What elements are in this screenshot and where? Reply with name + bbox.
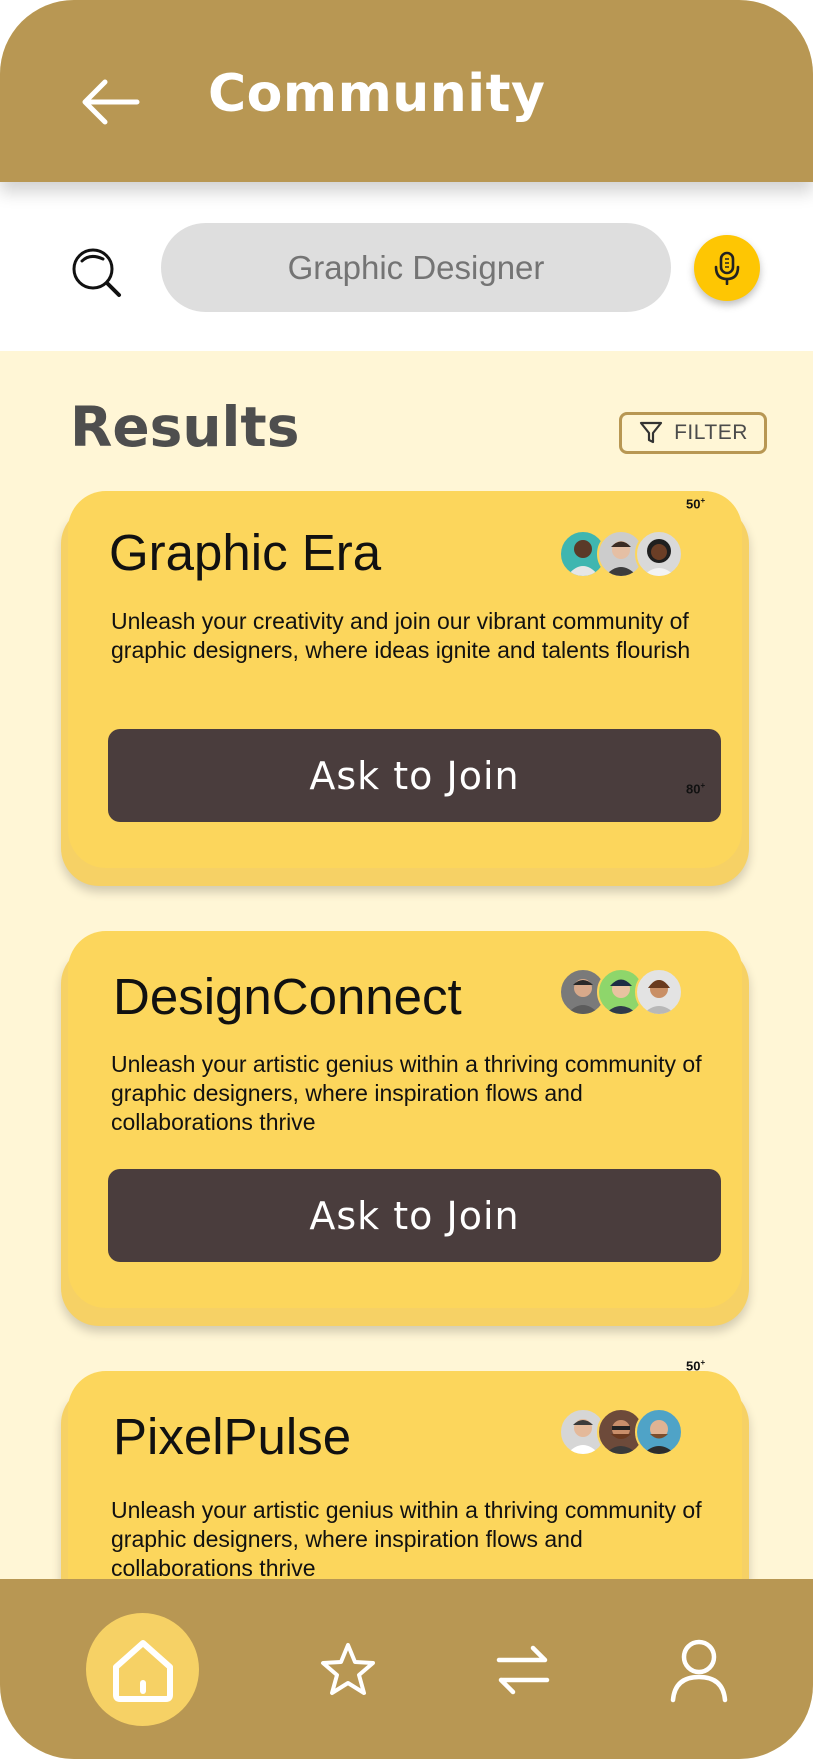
search-input[interactable]: [161, 223, 671, 312]
arrow-left-icon: [82, 79, 140, 125]
card-title: DesignConnect: [113, 968, 462, 1025]
swap-arrows-icon: [496, 1645, 550, 1695]
member-count-badge: 80+: [686, 781, 705, 796]
bottom-navigation: [0, 1579, 813, 1759]
nav-home-button[interactable]: [86, 1613, 199, 1726]
search-icon[interactable]: [70, 246, 124, 300]
nav-profile-button[interactable]: [666, 1637, 732, 1703]
member-count-suffix: +: [700, 781, 706, 790]
card-description: Unleash your artistic genius within a th…: [111, 1051, 702, 1135]
member-count: 80: [686, 781, 701, 797]
user-icon: [670, 1639, 728, 1703]
member-count: 50: [686, 1358, 701, 1374]
member-count-badge: 50+: [686, 496, 705, 511]
filter-label: FILTER: [674, 421, 748, 444]
avatar: [635, 1408, 683, 1456]
community-card[interactable]: DesignConnect Unleash your artistic geni…: [68, 931, 742, 1308]
back-button[interactable]: [78, 72, 144, 132]
avatar: [635, 530, 683, 578]
member-avatars: [559, 1408, 685, 1456]
member-count-badge: 50+: [686, 1358, 705, 1373]
filter-icon: [639, 421, 663, 444]
member-avatars: [559, 968, 685, 1016]
avatar: [635, 968, 683, 1016]
search-bar: [0, 182, 813, 351]
member-count: 50: [686, 496, 701, 512]
app-header: Community: [0, 0, 813, 182]
ask-to-join-button[interactable]: Ask to Join: [108, 1169, 721, 1262]
filter-button[interactable]: FILTER: [619, 412, 767, 454]
member-avatars: [559, 530, 685, 578]
card-description: Unleash your creativity and join our vib…: [111, 608, 691, 663]
card-title: Graphic Era: [109, 524, 382, 581]
home-icon: [112, 1639, 173, 1702]
member-count-suffix: +: [700, 496, 706, 505]
star-icon: [321, 1643, 375, 1695]
ask-to-join-button[interactable]: Ask to Join: [108, 729, 721, 822]
card-title: PixelPulse: [113, 1408, 352, 1465]
nav-favorites-button[interactable]: [315, 1637, 381, 1703]
microphone-icon: [714, 251, 740, 285]
card-description: Unleash your artistic genius within a th…: [111, 1497, 702, 1581]
community-card[interactable]: Graphic Era 50+ Unleash your creativity …: [68, 491, 742, 868]
page-title: Community: [208, 64, 546, 124]
nav-exchange-button[interactable]: [490, 1637, 556, 1703]
member-count-suffix: +: [700, 1358, 706, 1367]
results-heading: Results: [70, 395, 300, 459]
community-screen: Community Results FILTER Graphic Era: [0, 0, 813, 1759]
microphone-button[interactable]: [694, 235, 760, 301]
